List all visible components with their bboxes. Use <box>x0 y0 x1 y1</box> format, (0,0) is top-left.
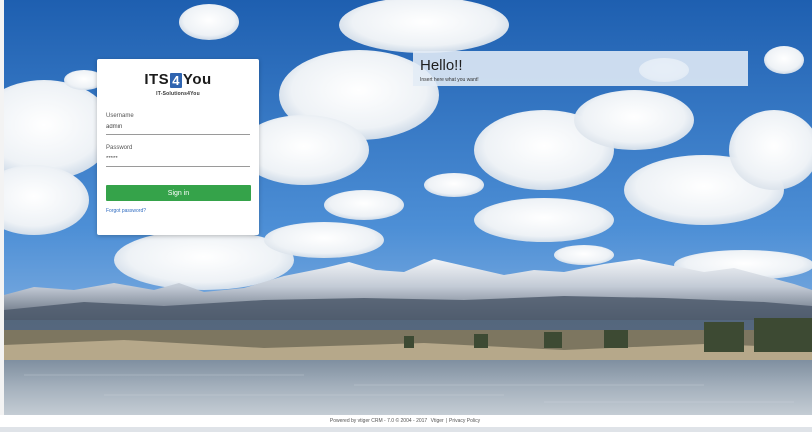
bottom-strip <box>0 427 812 432</box>
privacy-policy-link[interactable]: Privacy Policy <box>449 418 480 424</box>
username-input[interactable] <box>106 120 250 135</box>
banner-title: Hello!! <box>420 57 463 74</box>
company-logo: ITS 4 You IT-Solutions4You <box>106 71 250 105</box>
logo-wordmark: ITS 4 You <box>144 72 211 88</box>
forgot-password-link[interactable]: Forgot password? <box>106 208 250 214</box>
vtiger-link[interactable]: Vtiger <box>431 418 444 424</box>
logo-mid: 4 <box>170 72 182 88</box>
username-field-group: Username <box>106 112 250 135</box>
logo-prefix: ITS <box>144 71 170 88</box>
powered-by-text: Powered by vtiger CRM - 7.0 © 2004 - 201… <box>329 418 428 424</box>
logo-tagline: IT-Solutions4You <box>156 91 200 97</box>
banner-subtitle: Insert here what you want! <box>420 77 479 83</box>
logo-suffix: You <box>182 71 212 88</box>
login-card: ITS4You IT-Solutions4You Username Passwo… <box>97 59 259 235</box>
footer-separator: | <box>445 418 447 424</box>
sign-in-button[interactable]: Sign in <box>106 185 251 201</box>
announcement-banner: Hello!! Insert here what you want! <box>413 51 748 86</box>
password-field-group: Password <box>106 144 250 167</box>
password-label: Password <box>106 145 133 151</box>
username-label: Username <box>106 113 134 119</box>
page-footer: Powered by vtiger CRM - 7.0 © 2004 - 201… <box>0 415 812 427</box>
password-input[interactable] <box>106 152 250 167</box>
